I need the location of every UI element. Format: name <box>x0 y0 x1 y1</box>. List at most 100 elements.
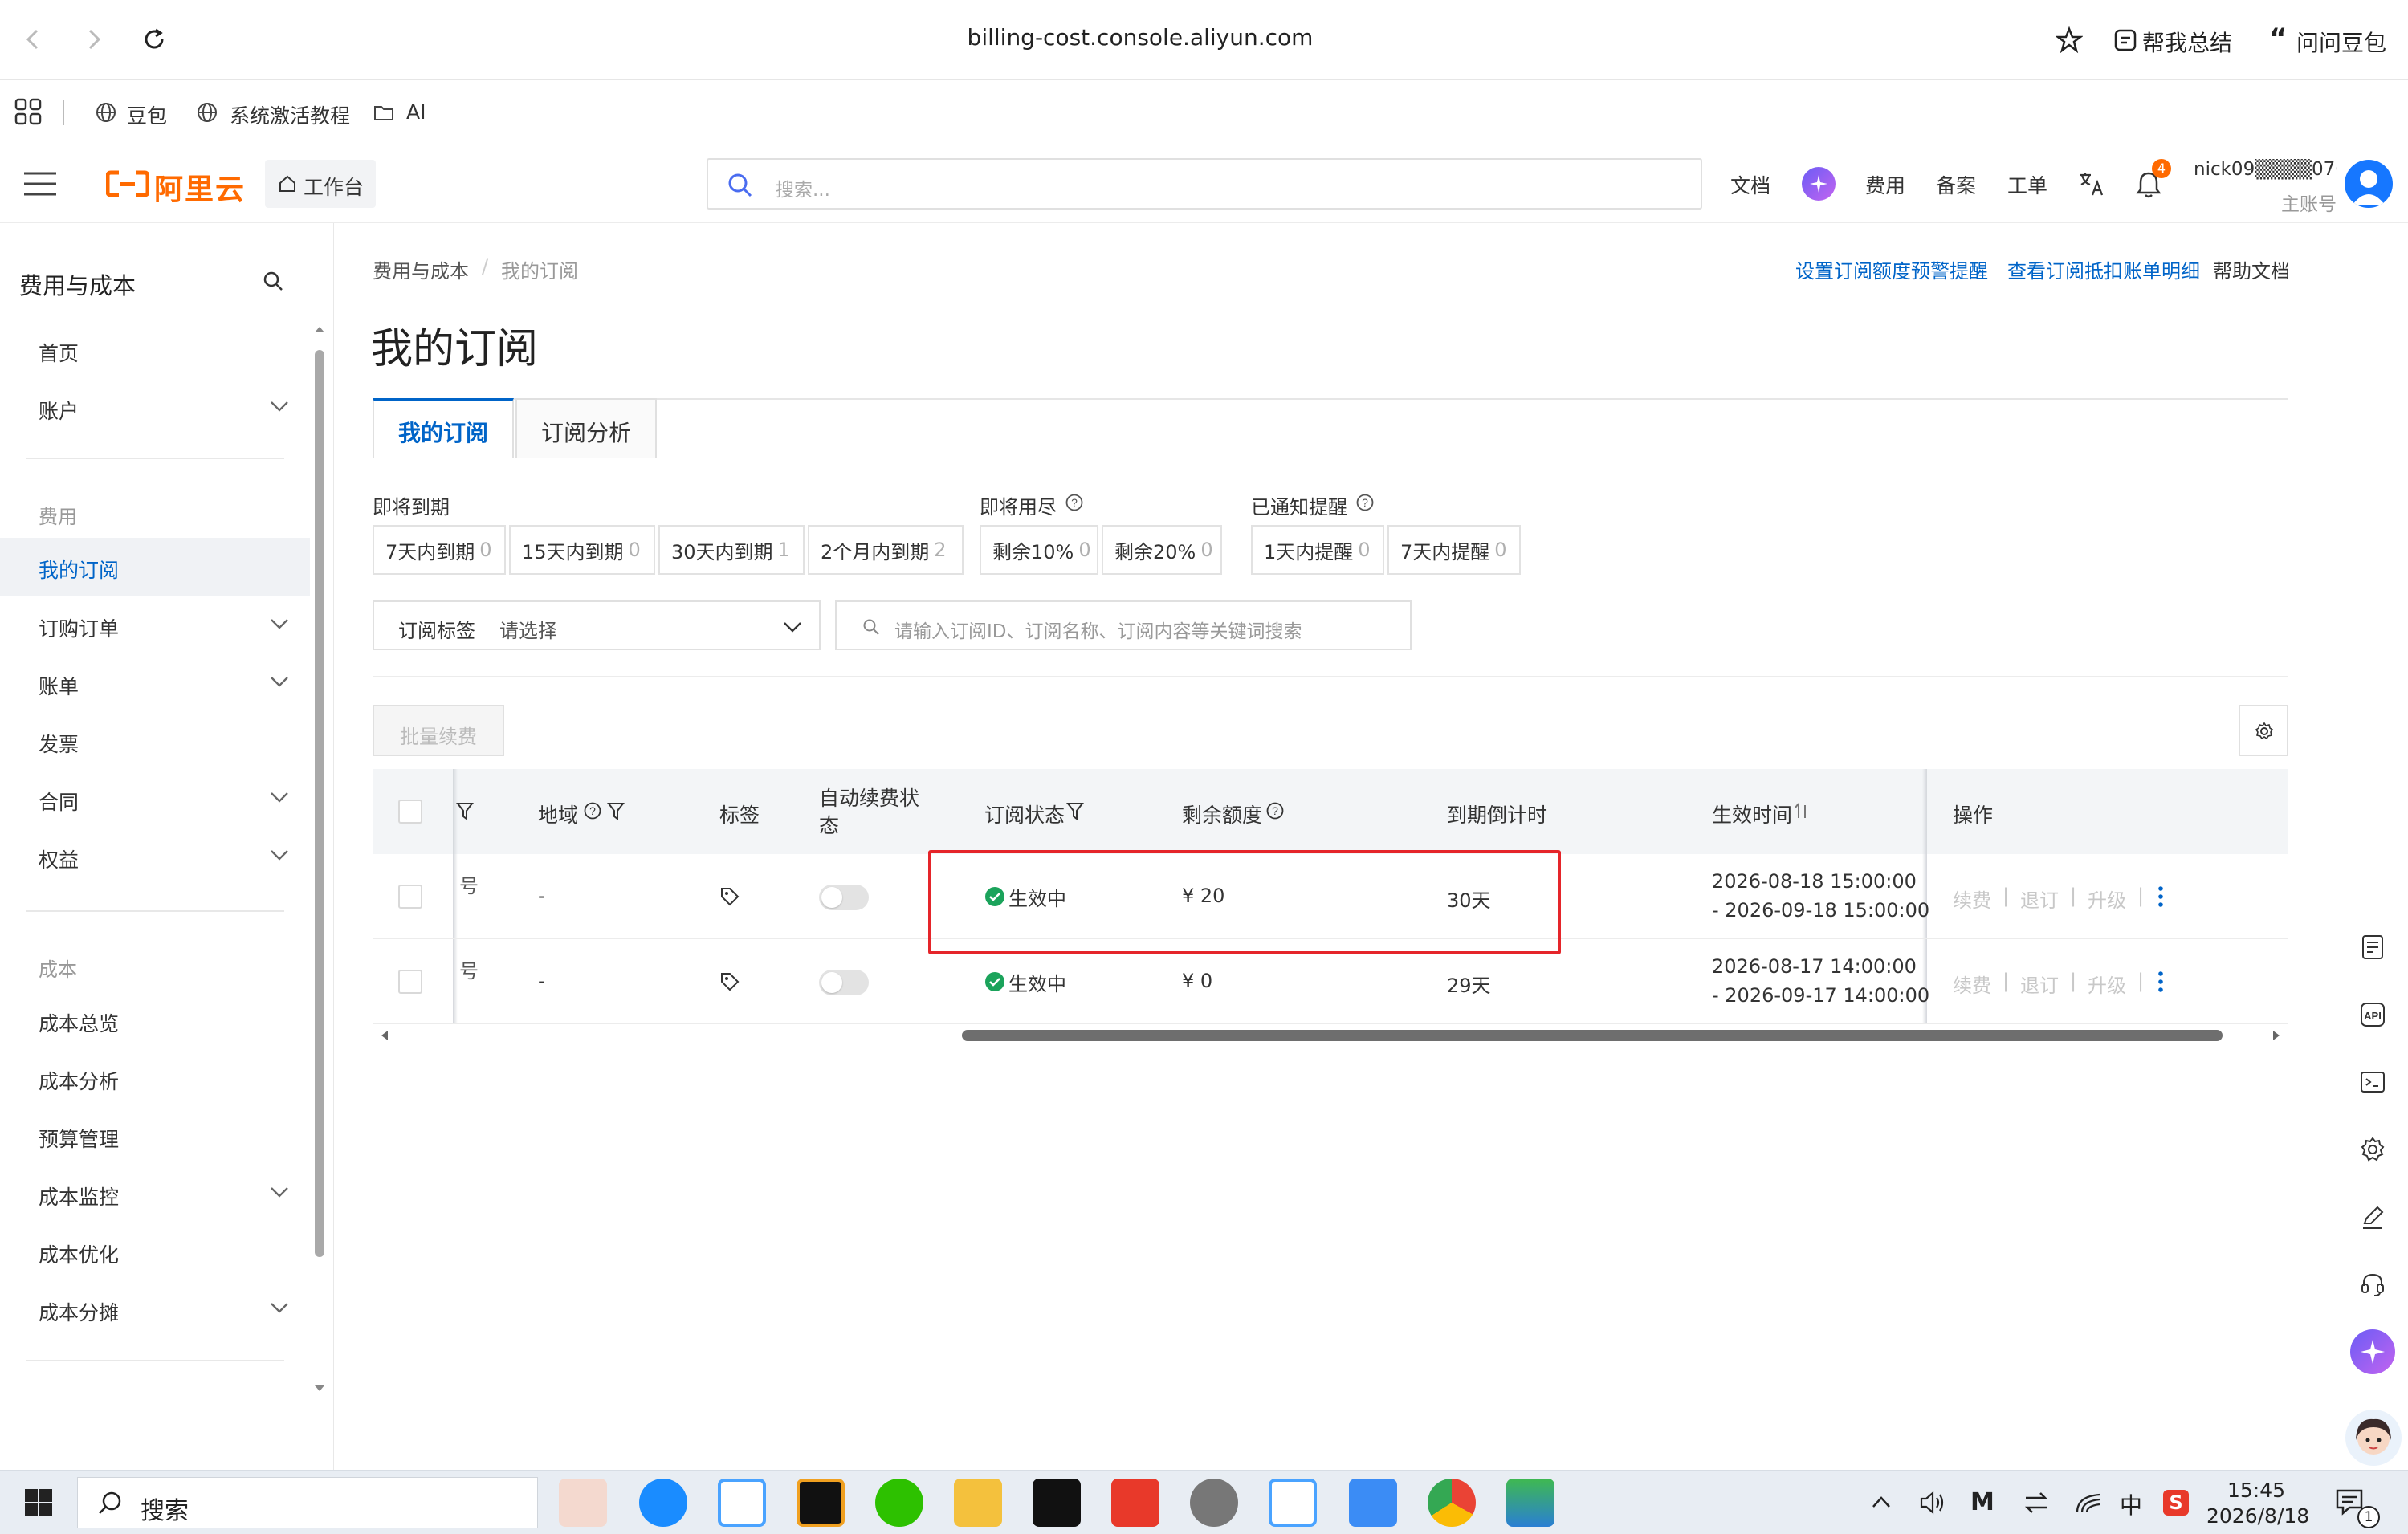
breadcrumb-root[interactable]: 费用与成本 <box>373 255 469 283</box>
select-all-checkbox[interactable] <box>398 800 422 824</box>
help-icon[interactable]: ? <box>1065 493 1084 512</box>
chip-expire-7d[interactable]: 7天内到期 0 <box>373 525 506 575</box>
clock-time[interactable]: 15:45 <box>2208 1479 2304 1502</box>
app-wps-icon[interactable] <box>1111 1479 1159 1527</box>
scroll-left-icon[interactable] <box>379 1029 390 1042</box>
chip-expire-2m[interactable]: 2个月内到期 2 <box>808 525 964 575</box>
link-deduction-details[interactable]: 查看订阅抵扣账单明细 <box>2007 255 2200 283</box>
unsubscribe-link[interactable]: 退订 <box>2020 970 2059 998</box>
more-icon[interactable] <box>2155 885 2166 909</box>
nav-tickets[interactable]: 工单 <box>2007 170 2047 199</box>
renew-link[interactable]: 续费 <box>1953 970 1991 998</box>
chevron-down-icon[interactable] <box>269 844 290 865</box>
sidebar-item-cost-analysis[interactable]: 成本分析 <box>39 1066 119 1095</box>
app-store-icon[interactable] <box>1349 1479 1397 1527</box>
back-icon[interactable] <box>21 27 45 51</box>
apps-grid-icon[interactable] <box>14 98 42 125</box>
scroll-down-icon[interactable] <box>313 1384 326 1394</box>
app-file-explorer-icon[interactable] <box>954 1479 1002 1527</box>
chip-remaining-10[interactable]: 剩余10% 0 <box>980 525 1098 575</box>
windows-start-icon[interactable] <box>24 1488 53 1517</box>
subscription-search-input[interactable]: 请输入订阅ID、订阅名称、订阅内容等关键词搜索 <box>835 600 1412 650</box>
sogou-icon[interactable]: S <box>2163 1490 2189 1516</box>
chevron-down-icon[interactable] <box>269 613 290 634</box>
bookmark-doubao[interactable]: 豆包 <box>127 100 167 129</box>
link-quota-alert[interactable]: 设置订阅额度预警提醒 <box>1795 255 1988 283</box>
chevron-down-icon[interactable] <box>269 1297 290 1318</box>
sidebar-item-home[interactable]: 首页 <box>39 338 79 367</box>
app-netdisk2-icon[interactable] <box>1269 1479 1317 1527</box>
row-checkbox[interactable] <box>398 970 422 994</box>
unsubscribe-link[interactable]: 退订 <box>2020 885 2059 913</box>
input-method-m-icon[interactable]: M <box>1970 1488 1994 1516</box>
app-browser-icon[interactable] <box>639 1479 687 1527</box>
star-icon[interactable] <box>2056 26 2083 54</box>
upgrade-link[interactable]: 升级 <box>2088 970 2126 998</box>
sidebar-item-account[interactable]: 账户 <box>39 396 79 425</box>
chip-remaining-20[interactable]: 剩余20% 0 <box>1102 525 1222 575</box>
chip-notified-1d[interactable]: 1天内提醒 0 <box>1251 525 1384 575</box>
chip-expire-15d[interactable]: 15天内到期 0 <box>509 525 655 575</box>
bookmark-ai-folder[interactable]: AI <box>406 100 426 124</box>
table-settings-button[interactable] <box>2239 705 2288 756</box>
renew-link[interactable]: 续费 <box>1953 885 1991 913</box>
table-hscrollbar-thumb[interactable] <box>962 1030 2223 1041</box>
sidebar-item-orders[interactable]: 订购订单 <box>39 613 119 642</box>
terminal-icon[interactable] <box>2358 1068 2387 1097</box>
workbench-button[interactable]: 工作台 <box>265 160 376 208</box>
sidebar-search-icon[interactable] <box>262 270 284 292</box>
app-chrome-icon[interactable] <box>1428 1479 1476 1527</box>
help-icon[interactable]: ? <box>1355 493 1375 512</box>
upgrade-link[interactable]: 升级 <box>2088 885 2126 913</box>
sidebar-item-cost-allocation[interactable]: 成本分摊 <box>39 1297 119 1326</box>
address-bar[interactable]: billing-cost.console.aliyun.com <box>803 24 1477 51</box>
notes-icon[interactable] <box>2358 933 2387 962</box>
sidebar-item-my-subscriptions[interactable]: 我的订阅 <box>39 555 119 584</box>
app-terminal-icon[interactable] <box>1033 1479 1081 1527</box>
reload-icon[interactable] <box>141 26 167 52</box>
clock-date[interactable]: 2026/8/18 <box>2206 1504 2309 1528</box>
assistant-avatar[interactable] <box>2345 1410 2402 1466</box>
scroll-right-icon[interactable] <box>2271 1029 2282 1042</box>
help-icon[interactable]: ? <box>1265 801 1285 820</box>
sidebar-item-bills[interactable]: 账单 <box>39 671 79 700</box>
batch-renew-button[interactable]: 批量续费 <box>373 705 504 756</box>
app-ide-icon[interactable] <box>797 1479 845 1527</box>
forward-icon[interactable] <box>82 27 106 51</box>
app-avatar-icon[interactable] <box>559 1479 607 1527</box>
more-icon[interactable] <box>2155 970 2166 994</box>
user-name[interactable]: nick09▒▒▒▒0762 <box>2194 159 2337 180</box>
headset-icon[interactable] <box>2358 1270 2387 1299</box>
tag-filter-select[interactable]: 订阅标签 请选择 <box>373 600 821 650</box>
volume-icon[interactable] <box>1919 1490 1948 1516</box>
chevron-down-icon[interactable] <box>269 1182 290 1202</box>
filter-icon[interactable] <box>607 801 625 822</box>
tab-subscription-analysis[interactable]: 订阅分析 <box>515 398 657 458</box>
sidebar-item-benefits[interactable]: 权益 <box>39 844 79 873</box>
sort-icon[interactable] <box>1794 801 1811 822</box>
filter-icon[interactable] <box>456 801 474 822</box>
ask-doubao-button[interactable]: 问问豆包 <box>2296 26 2386 58</box>
summarize-button[interactable]: 帮我总结 <box>2142 26 2232 58</box>
language-icon[interactable] <box>2078 170 2105 197</box>
ai-assistant-icon[interactable] <box>1802 167 1836 201</box>
filter-icon[interactable] <box>1066 801 1084 822</box>
api-icon[interactable]: API <box>2358 1000 2387 1029</box>
edit-icon[interactable] <box>2358 1202 2387 1231</box>
ai-assistant-icon[interactable] <box>2350 1329 2395 1374</box>
app-settings-icon[interactable] <box>1190 1479 1238 1527</box>
tag-icon[interactable] <box>719 886 740 907</box>
sidebar-item-invoices[interactable]: 发票 <box>39 729 79 758</box>
aliyun-logo-text[interactable]: 阿里云 <box>154 166 246 208</box>
sidebar-scrollbar-thumb[interactable] <box>315 350 324 1257</box>
menu-icon[interactable] <box>22 170 58 197</box>
chevron-down-icon[interactable] <box>269 396 290 417</box>
wifi-icon[interactable] <box>2075 1490 2102 1516</box>
sidebar-item-cost-monitor[interactable]: 成本监控 <box>39 1182 119 1211</box>
scroll-up-icon[interactable] <box>313 324 326 334</box>
app-netdisk-icon[interactable] <box>718 1479 766 1527</box>
help-icon[interactable]: ? <box>583 801 602 820</box>
sidebar-item-cost-overview[interactable]: 成本总览 <box>39 1008 119 1037</box>
link-help-docs[interactable]: 帮助文档 <box>2213 255 2290 283</box>
app-stack-icon[interactable] <box>1506 1479 1554 1527</box>
